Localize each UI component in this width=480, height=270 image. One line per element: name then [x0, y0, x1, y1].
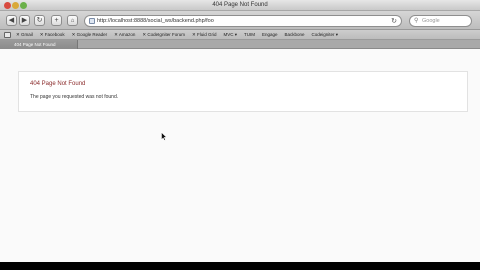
bookmark-item[interactable]: Backbone [285, 30, 305, 39]
title-bar: 404 Page Not Found [0, 0, 480, 11]
error-container: 404 Page Not Found The page you requeste… [18, 71, 468, 112]
back-arrow-icon: ◀ [8, 17, 15, 24]
bookmark-item[interactable]: ✕ CodeIgniter Forum [142, 30, 185, 39]
address-text: http://localhost:8888/social_ws/backend.… [97, 18, 214, 24]
bookmarks-list: ✕ Gmail ✕ Facebook ✕ Google Reader ✕ Ama… [16, 30, 345, 39]
bookmark-item[interactable]: ✕ Amazon [114, 30, 135, 39]
tab-label: 404 Page Not Found [14, 42, 56, 47]
toolbar: ◀ ▶ ↻ + ⌂ http://localhost:8888/social_w… [0, 11, 480, 30]
back-button[interactable]: ◀ [6, 15, 17, 26]
arrow-pointer-icon [161, 132, 167, 141]
bookmark-item[interactable]: ✕ Gmail [16, 30, 33, 39]
tab-strip: 404 Page Not Found [0, 40, 480, 49]
search-input[interactable]: ⚲ Google [409, 15, 472, 27]
tab-404-page[interactable]: 404 Page Not Found [0, 40, 78, 49]
bookmark-item[interactable]: MVC ▾ [223, 30, 237, 39]
forward-arrow-icon: ▶ [21, 17, 28, 24]
page-content: 404 Page Not Found The page you requeste… [0, 49, 480, 262]
window-title: 404 Page Not Found [212, 2, 268, 8]
home-button[interactable]: ⌂ [67, 15, 78, 26]
error-message: The page you requested was not found. [30, 94, 119, 100]
reload-icon: ↻ [36, 17, 43, 24]
bookmark-item[interactable]: Engage [262, 30, 278, 39]
bookmark-item[interactable]: Codeigniter ▾ [312, 30, 339, 39]
bookmark-item[interactable]: ✕ Fluid Grid [192, 30, 217, 39]
stop-reload-icon[interactable]: ↻ [391, 17, 397, 26]
page-icon [89, 18, 95, 24]
search-placeholder: Google [422, 18, 440, 24]
bookmark-item[interactable]: ✕ Google Reader [72, 30, 108, 39]
error-heading: 404 Page Not Found [30, 81, 86, 87]
bottom-border [0, 262, 480, 270]
add-bookmark-button[interactable]: + [51, 15, 62, 26]
forward-button[interactable]: ▶ [19, 15, 30, 26]
plus-icon: + [54, 17, 59, 24]
home-icon: ⌂ [70, 18, 75, 24]
browser-window: 404 Page Not Found ◀ ▶ ↻ + ⌂ http://loca… [0, 0, 480, 270]
bookmarks-book-icon[interactable] [4, 32, 11, 38]
bookmarks-bar: ✕ Gmail ✕ Facebook ✕ Google Reader ✕ Ama… [0, 30, 480, 40]
reload-button[interactable]: ↻ [34, 15, 45, 26]
bookmark-item[interactable]: ✕ Facebook [40, 30, 65, 39]
address-bar[interactable]: http://localhost:8888/social_ws/backend.… [84, 15, 402, 27]
bookmark-item[interactable]: TUIM [244, 30, 255, 39]
magnifier-icon: ⚲ [414, 18, 419, 24]
